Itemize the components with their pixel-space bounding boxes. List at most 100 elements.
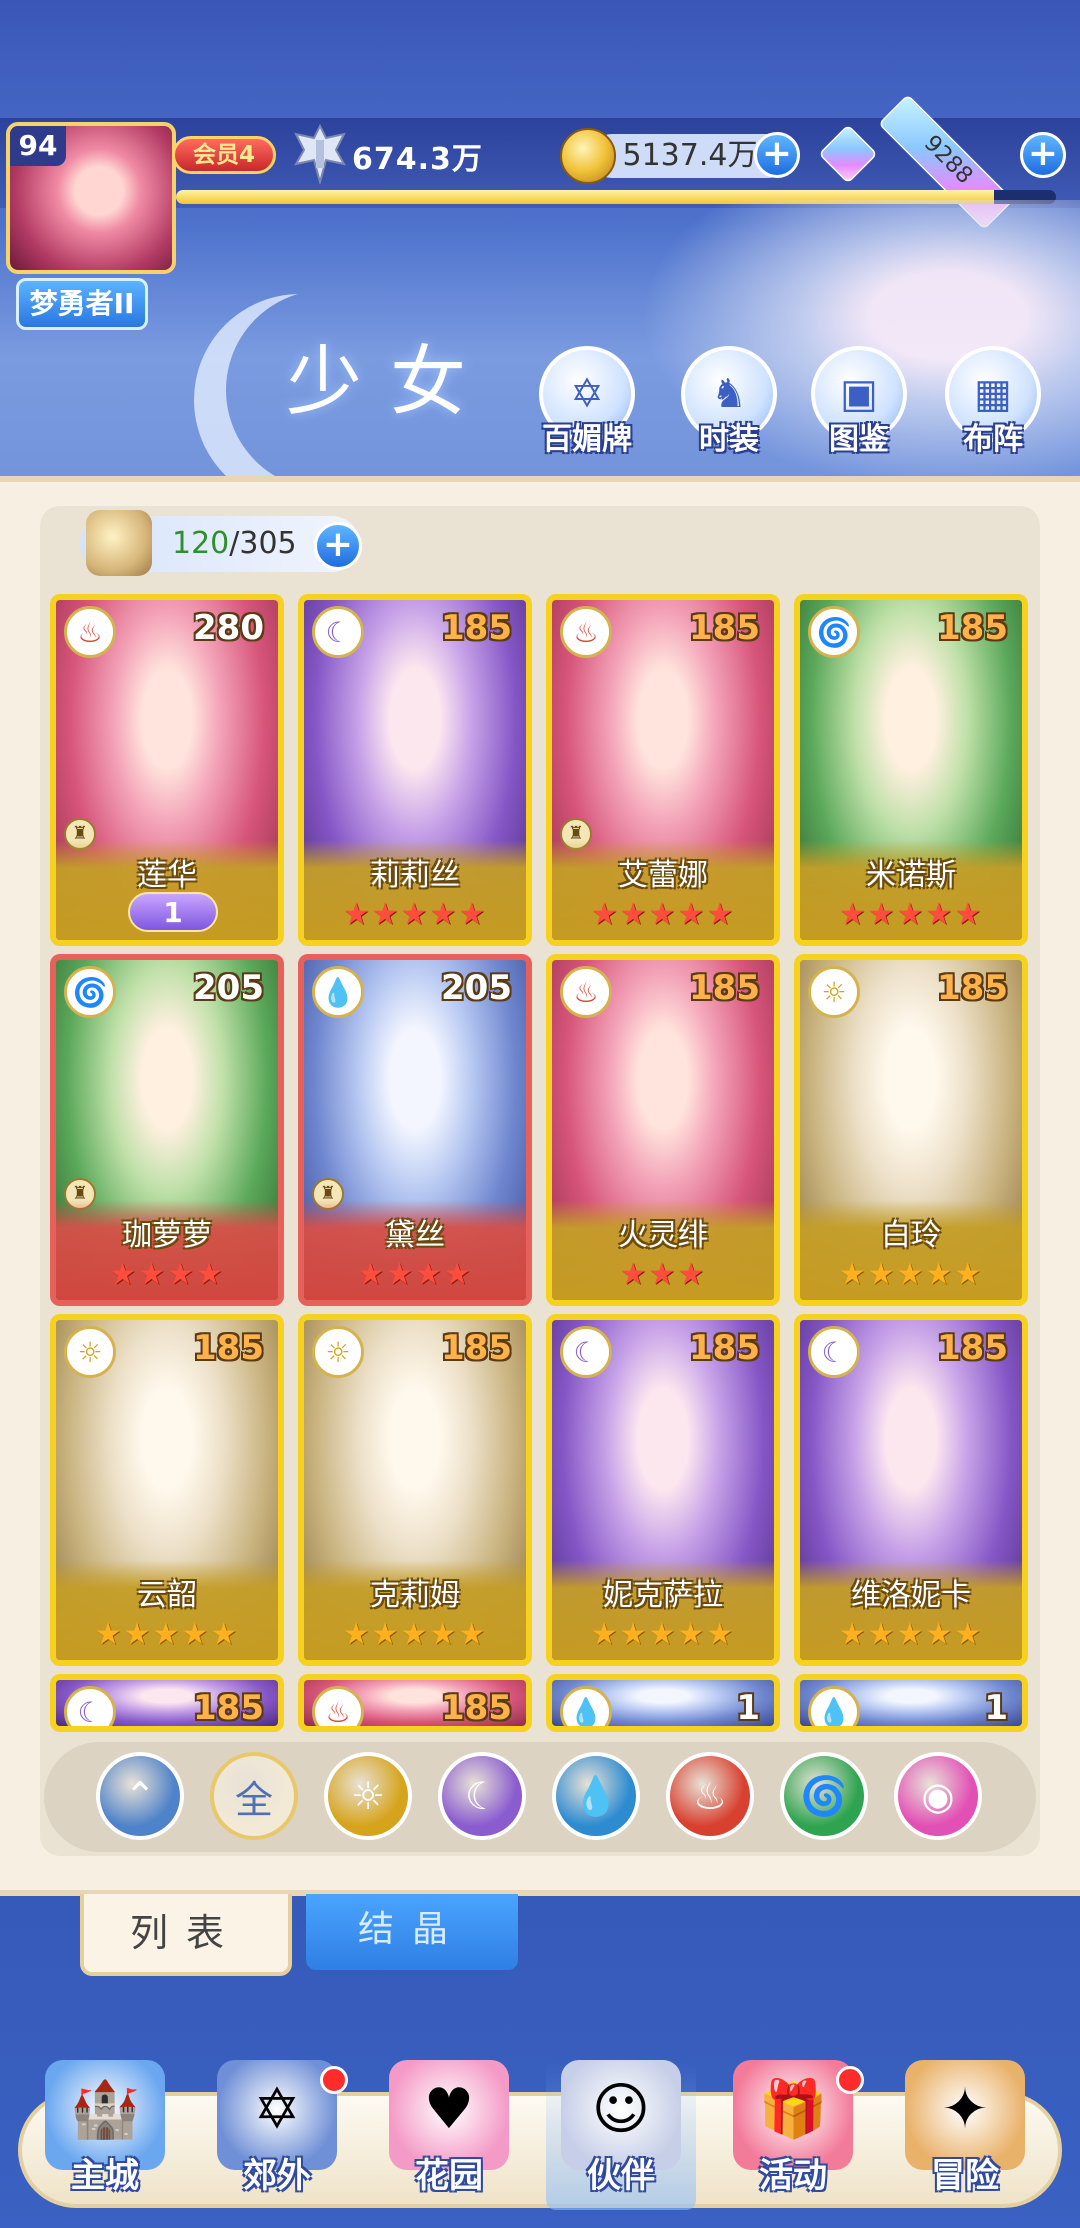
filter-wind-button[interactable]: 🌀: [780, 1752, 868, 1840]
sun-icon: ☼: [350, 1774, 386, 1818]
character-card[interactable]: ☾ 185 莉莉丝 ★★★★★: [298, 594, 532, 946]
star-rating: ★★★★★: [838, 1257, 984, 1292]
character-level: 185: [193, 1328, 264, 1368]
wind-element-icon: 🌀: [64, 966, 116, 1018]
roster-count: 120/305: [172, 526, 297, 561]
roster-count-separator: /: [229, 526, 240, 561]
character-level: 185: [193, 1688, 264, 1728]
card-deck-button[interactable]: ✡ 百媚牌: [532, 346, 642, 458]
star-rating: ★★★★: [109, 1257, 225, 1292]
character-level: 205: [193, 968, 264, 1008]
roster-bag-icon: [86, 510, 152, 576]
water-element-icon: 💧: [808, 1686, 860, 1726]
character-card[interactable]: 🌀 205 ♜ 珈萝萝 ★★★★: [50, 954, 284, 1306]
character-level: 205: [441, 968, 512, 1008]
character-name: 莲华: [137, 858, 197, 893]
notification-dot: [836, 2066, 864, 2094]
roster-count-max: 305: [239, 526, 297, 561]
formation-button[interactable]: ▦ 布阵: [938, 346, 1048, 458]
nav-label: 活动: [759, 2156, 827, 2196]
character-card[interactable]: ♨ 185 火灵绯 ★★★: [546, 954, 780, 1306]
character-name: 艾蕾娜: [618, 858, 708, 893]
nav-gift[interactable]: 🎁 活动: [718, 2060, 868, 2210]
roster-count-current: 120: [172, 526, 230, 561]
character-card[interactable]: ☼ 185 云韶 ★★★★★: [50, 1314, 284, 1666]
fire-element-icon: ♨: [64, 606, 116, 658]
character-level: 185: [937, 968, 1008, 1008]
nav-label: 主城: [71, 2156, 139, 2196]
character-card[interactable]: ☼ 185 克莉姆 ★★★★★: [298, 1314, 532, 1666]
filter-collapse-button[interactable]: ⌃: [96, 1752, 184, 1840]
tab-list[interactable]: 列表: [80, 1894, 292, 1976]
filter-moon-button[interactable]: ☾: [438, 1752, 526, 1840]
character-name: 珈萝萝: [122, 1218, 212, 1253]
filter-water-button[interactable]: 💧: [552, 1752, 640, 1840]
moon-element-icon: ☾: [560, 1326, 612, 1378]
water-icon: 💧: [572, 1773, 620, 1818]
fire-element-icon: ♨: [560, 966, 612, 1018]
nav-label: 冒险: [931, 2156, 999, 2196]
expand-roster-button[interactable]: +: [314, 522, 362, 570]
filter-sun-button[interactable]: ☼: [324, 1752, 412, 1840]
character-name: 莉莉丝: [370, 858, 460, 893]
character-card[interactable]: 💧 205 ♜ 黛丝 ★★★★: [298, 954, 532, 1306]
moon-element-icon: ☾: [312, 606, 364, 658]
wind-icon: 🌀: [800, 1773, 848, 1818]
nav-castle[interactable]: 🏰 主城: [30, 2060, 180, 2210]
element-filter-bar: [44, 1742, 1036, 1852]
character-name: 黛丝: [385, 1218, 445, 1253]
star-rating: ★★★★★: [838, 897, 984, 932]
player-rank-tag[interactable]: 梦勇者II: [16, 278, 148, 330]
notification-dot: [320, 2066, 348, 2094]
character-card[interactable]: 💧 1: [794, 1674, 1028, 1732]
awakening-badge: 1: [128, 892, 218, 932]
character-card[interactable]: ☼ 185 白玲 ★★★★★: [794, 954, 1028, 1306]
filter-all-button[interactable]: 全: [210, 1752, 298, 1840]
add-gem-button[interactable]: +: [1020, 132, 1066, 178]
filter-charm-button[interactable]: ◉: [894, 1752, 982, 1840]
nav-label: 伙伴: [587, 2156, 655, 2196]
character-level: 185: [689, 1328, 760, 1368]
add-gold-button[interactable]: +: [754, 132, 800, 178]
card-deck-label: 百媚牌: [542, 422, 632, 457]
codex-label: 图鉴: [829, 422, 889, 457]
codex-button[interactable]: ▣ 图鉴: [804, 346, 914, 458]
character-level: 1: [984, 1688, 1008, 1728]
character-card[interactable]: ♨ 185 ♜ 艾蕾娜 ★★★★★: [546, 594, 780, 946]
character-level: 185: [937, 608, 1008, 648]
character-level: 185: [937, 1328, 1008, 1368]
moon-element-icon: ☾: [808, 1326, 860, 1378]
character-card[interactable]: ☾ 185 维洛妮卡 ★★★★★: [794, 1314, 1028, 1666]
vip-badge[interactable]: 会员4: [172, 136, 276, 174]
character-card[interactable]: 🌀 185 米诺斯 ★★★★★: [794, 594, 1028, 946]
character-level: 1: [736, 1688, 760, 1728]
star-rating: ★★★★★: [590, 897, 736, 932]
fashion-button[interactable]: ♞ 时装: [674, 346, 784, 458]
star-rating: ★★★★★: [342, 1617, 488, 1652]
star-rating: ★★★★: [357, 1257, 473, 1292]
nav-heart-garden[interactable]: ♥ 花园: [374, 2060, 524, 2210]
sun-element-icon: ☼: [312, 1326, 364, 1378]
character-name: 克莉姆: [370, 1578, 460, 1613]
character-card[interactable]: ☾ 185: [50, 1674, 284, 1732]
character-name: 妮克萨拉: [603, 1578, 723, 1613]
collapse-icon: ⌃: [124, 1774, 156, 1818]
nav-portal[interactable]: ✡ 郊外: [202, 2060, 352, 2210]
character-name: 维洛妮卡: [851, 1578, 971, 1613]
water-element-icon: 💧: [560, 1686, 612, 1726]
character-card[interactable]: ♨ 185: [298, 1674, 532, 1732]
fashion-label: 时装: [699, 422, 759, 457]
character-card[interactable]: 💧 1: [546, 1674, 780, 1732]
fire-icon: ♨: [692, 1774, 728, 1818]
tab-crystal[interactable]: 结晶: [306, 1894, 518, 1970]
character-card[interactable]: ☾ 185 妮克萨拉 ★★★★★: [546, 1314, 780, 1666]
character-card[interactable]: ♨ 280 ♜ 莲华 1: [50, 594, 284, 946]
wind-element-icon: 🌀: [808, 606, 860, 658]
character-level: 280: [193, 608, 264, 648]
sun-element-icon: ☼: [808, 966, 860, 1018]
character-name: 云韶: [137, 1578, 197, 1613]
nav-compass[interactable]: ✦ 冒险: [890, 2060, 1040, 2210]
nav-partner[interactable]: ☺ 伙伴: [546, 2060, 696, 2210]
filter-fire-button[interactable]: ♨: [666, 1752, 754, 1840]
charm-icon: ◉: [921, 1774, 955, 1818]
